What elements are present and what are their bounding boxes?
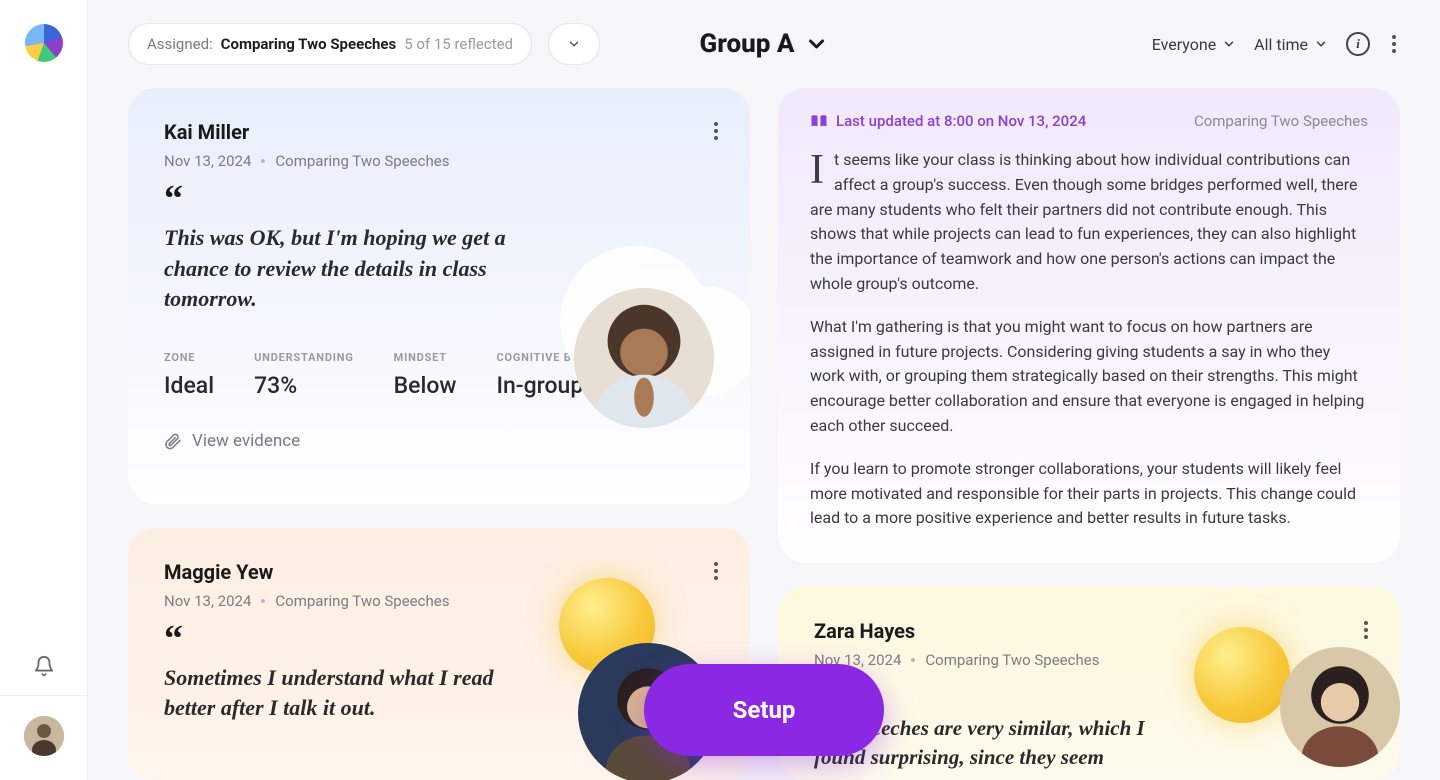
chevron-down-icon (1222, 37, 1236, 51)
chevron-down-icon (1314, 37, 1328, 51)
filter-when-label: All time (1254, 35, 1308, 54)
student-date: Nov 13, 2024 (164, 592, 251, 610)
assigned-count: 5 of 15 reflected (404, 35, 513, 53)
paperclip-icon (164, 432, 182, 450)
student-avatar-zara (1280, 647, 1400, 767)
student-name: Kai Miller (164, 120, 714, 144)
insight-paragraph-2: What I'm gathering is that you might wan… (810, 315, 1368, 439)
insight-body: It seems like your class is thinking abo… (810, 148, 1368, 531)
student-meta: Nov 13, 2024 Comparing Two Speeches (164, 152, 714, 170)
assigned-pill[interactable]: Assigned: Comparing Two Speeches 5 of 15… (128, 23, 532, 65)
insight-assignment: Comparing Two Speeches (1194, 112, 1368, 130)
filter-who-dropdown[interactable]: Everyone (1152, 35, 1236, 54)
filter-when-dropdown[interactable]: All time (1254, 35, 1328, 54)
card-more-button[interactable] (710, 558, 722, 584)
student-avatar-kai (574, 288, 714, 428)
student-quote: This was OK, but I'm hoping we get a cha… (164, 223, 534, 315)
card-more-button[interactable] (710, 118, 722, 144)
chevron-down-icon (804, 32, 828, 56)
more-menu-button[interactable] (1388, 31, 1400, 57)
insight-paragraph-3: If you learn to promote stronger collabo… (810, 457, 1368, 531)
chevron-down-icon (567, 37, 581, 51)
metric-understanding: UNDERSTANDING 73% (254, 351, 354, 399)
setup-button[interactable]: Setup (644, 664, 884, 756)
book-icon (810, 113, 828, 129)
student-assignment: Comparing Two Speeches (275, 592, 449, 610)
user-avatar[interactable] (24, 716, 64, 756)
filter-who-label: Everyone (1152, 35, 1216, 54)
insight-card: Last updated at 8:00 on Nov 13, 2024 Com… (778, 88, 1400, 563)
insight-header: Last updated at 8:00 on Nov 13, 2024 Com… (810, 112, 1368, 130)
app-logo[interactable] (25, 24, 63, 62)
bell-icon[interactable] (33, 655, 55, 677)
student-card-kai[interactable]: Kai Miller Nov 13, 2024 Comparing Two Sp… (128, 88, 750, 504)
view-evidence-label: View evidence (192, 431, 300, 451)
topbar: Assigned: Comparing Two Speeches 5 of 15… (128, 0, 1400, 88)
insight-paragraph-1: It seems like your class is thinking abo… (810, 148, 1368, 297)
sun-decoration (1194, 627, 1290, 723)
student-name: Maggie Yew (164, 560, 714, 584)
assigned-name: Comparing Two Speeches (221, 35, 397, 53)
student-assignment: Comparing Two Speeches (275, 152, 449, 170)
student-date: Nov 13, 2024 (164, 152, 251, 170)
student-assignment: Comparing Two Speeches (925, 651, 1099, 669)
insight-updated: Last updated at 8:00 on Nov 13, 2024 (810, 112, 1086, 130)
main-area: Assigned: Comparing Two Speeches 5 of 15… (88, 0, 1440, 780)
quote-mark-icon: “ (164, 188, 714, 211)
left-column: Kai Miller Nov 13, 2024 Comparing Two Sp… (128, 88, 750, 780)
left-rail (0, 0, 88, 780)
card-more-button[interactable] (1360, 617, 1372, 643)
student-name: Zara Hayes (814, 619, 1364, 643)
group-title-text: Group A (700, 29, 795, 59)
assigned-dropdown-button[interactable] (548, 23, 600, 65)
student-quote: Sometimes I understand what I read bette… (164, 663, 534, 725)
right-column: Last updated at 8:00 on Nov 13, 2024 Com… (778, 88, 1400, 780)
view-evidence-button[interactable]: View evidence (164, 431, 714, 451)
assigned-label: Assigned: (147, 35, 213, 53)
group-selector[interactable]: Group A (700, 29, 829, 59)
metric-zone: ZONE Ideal (164, 351, 214, 399)
metric-mindset: MINDSET Below (394, 351, 457, 399)
info-button[interactable]: i (1346, 32, 1370, 56)
